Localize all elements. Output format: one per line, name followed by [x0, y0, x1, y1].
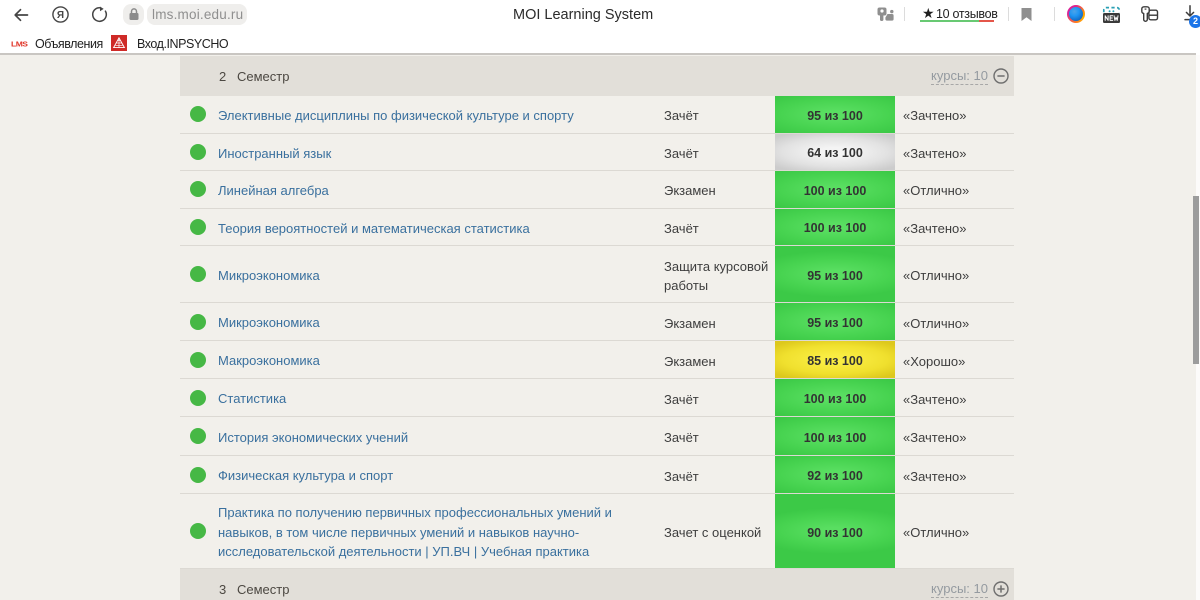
svg-text:Я: Я: [57, 10, 64, 21]
